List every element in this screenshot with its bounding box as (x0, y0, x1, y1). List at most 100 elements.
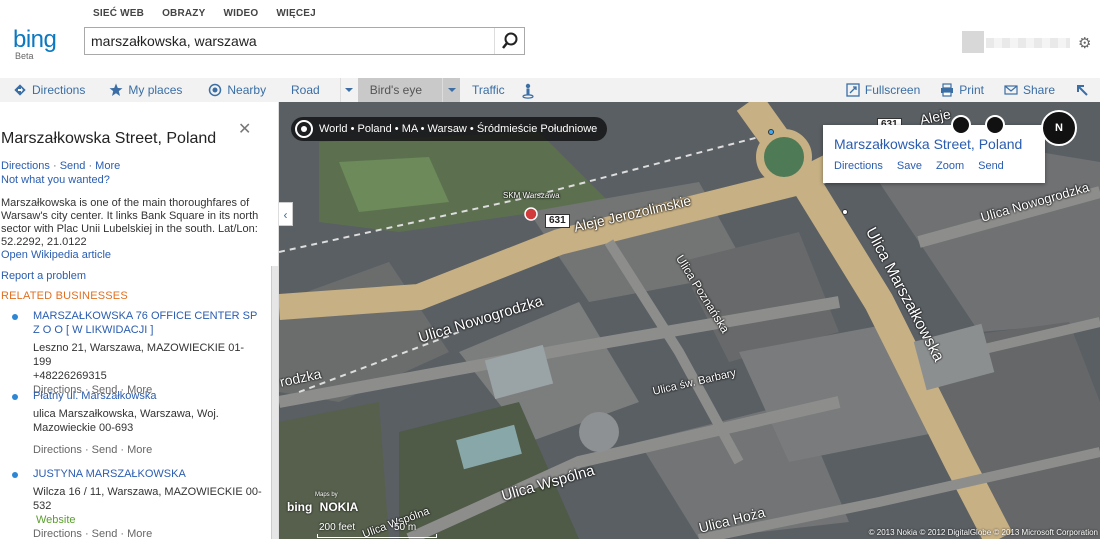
maps-by-label: Maps by (315, 492, 338, 498)
copyright: © 2013 Nokia © 2012 DigitalGlobe © 2013 … (868, 528, 1098, 537)
toolbar-left: Directions My places Nearby (0, 78, 279, 102)
bullet-icon (12, 314, 18, 320)
description: Marszałkowska is one of the main thoroug… (1, 197, 263, 262)
nav-videos[interactable]: WIDEO (223, 8, 258, 19)
traffic-button[interactable]: Traffic (460, 78, 517, 102)
search-button[interactable] (494, 28, 524, 54)
infobox: Marszałkowska Street, Poland Directions … (823, 125, 1045, 183)
report-problem-link[interactable]: Report a problem (1, 270, 86, 282)
print-label: Print (959, 83, 984, 97)
business-address: Leszno 21, Warszawa, MAZOWIECKIE 01-199 (33, 342, 245, 368)
location-pin-icon[interactable] (842, 209, 848, 215)
bullet-icon (12, 394, 18, 400)
more-link[interactable]: More (95, 160, 120, 172)
logo-beta: Beta (15, 51, 34, 61)
list-item: MARSZAŁKOWSKA 76 OFFICE CENTER SP Z O O … (12, 309, 262, 397)
toolbar-right: Fullscreen Print Share (846, 78, 1100, 102)
business-name[interactable]: Płatny ul. Marszałkowska (33, 389, 262, 403)
breadcrumb-text[interactable]: World • Poland • MA • Warsaw • Śródmieśc… (319, 123, 597, 135)
not-wanted-link[interactable]: Not what you wanted? (1, 174, 110, 186)
person-pin-icon (521, 83, 535, 99)
infobox-send-link[interactable]: Send (978, 160, 1004, 172)
result-actions: Directions · Send · More (1, 160, 121, 172)
print-button[interactable]: Print (940, 83, 984, 97)
search-box (84, 27, 525, 55)
related-businesses-heading: RELATED BUSINESSES (1, 290, 128, 302)
list-item: JUSTYNA MARSZAŁKOWSKA Wilcza 16 / 11, Wa… (12, 467, 262, 539)
road-dropdown[interactable] (339, 78, 358, 102)
streetside-button[interactable] (521, 83, 540, 99)
business-name[interactable]: MARSZAŁKOWSKA 76 OFFICE CENTER SP Z O O … (33, 309, 262, 337)
rotate-right-icon[interactable] (985, 115, 1005, 135)
map-logo-bing: bing (287, 500, 313, 514)
business-actions[interactable]: Directions · Send · More (33, 443, 262, 457)
bullet-icon (12, 472, 18, 478)
nearby-button[interactable]: Nearby (208, 83, 266, 97)
rotate-left-icon[interactable] (951, 115, 971, 135)
description-text: Marszałkowska is one of the main thoroug… (1, 197, 259, 248)
nav-web[interactable]: SIEĆ WEB (93, 8, 144, 19)
station-label: SKM Warszawa (503, 191, 560, 200)
chevron-down-icon (345, 88, 354, 92)
share-button[interactable]: Share (1004, 83, 1055, 97)
breadcrumb[interactable]: World • Poland • MA • Warsaw • Śródmieśc… (291, 117, 608, 141)
infobox-zoom-link[interactable]: Zoom (936, 160, 964, 172)
page-title: Marszałkowska Street, Poland (1, 130, 217, 147)
road-view-button[interactable]: Road (279, 78, 340, 102)
fullscreen-button[interactable]: Fullscreen (846, 83, 920, 97)
scale-meters: 50 m (393, 522, 417, 533)
infobox-save-link[interactable]: Save (897, 160, 922, 172)
search-input[interactable] (91, 32, 491, 50)
infobox-actions: Directions Save Zoom Send (834, 160, 1004, 172)
panel-scrollbar[interactable] (271, 266, 278, 539)
birds-eye-button[interactable]: Bird's eye (357, 78, 442, 102)
business-name[interactable]: JUSTYNA MARSZAŁKOWSKA (33, 467, 262, 481)
directions-link[interactable]: Directions (1, 160, 50, 172)
map-view-switcher: Road Bird's eye Traffic (279, 78, 540, 102)
collapse-panel-button[interactable]: ‹ (279, 202, 293, 226)
website-link[interactable]: Website (36, 513, 262, 527)
nearby-icon (208, 83, 222, 97)
infobox-title[interactable]: Marszałkowska Street, Poland (834, 136, 1022, 152)
fullscreen-label: Fullscreen (864, 83, 921, 97)
map-logo: bing Maps by NOKIA (287, 492, 358, 514)
bing-logo[interactable]: bing Beta (13, 28, 77, 62)
infobox-directions-link[interactable]: Directions (834, 160, 883, 172)
avatar[interactable] (962, 31, 984, 53)
minimize-toolbar-button[interactable] (1075, 83, 1094, 97)
my-places-button[interactable]: My places (109, 83, 182, 97)
star-icon (109, 83, 123, 97)
directions-label: Directions (32, 83, 86, 97)
directions-icon (13, 83, 27, 97)
logo-text: bing (13, 26, 57, 53)
send-link[interactable]: Send (60, 160, 86, 172)
list-item: Płatny ul. Marszałkowska ulica Marszałko… (12, 389, 262, 457)
route-shield: 631 (545, 214, 570, 228)
arrow-up-left-icon (1075, 83, 1089, 97)
locate-me-icon[interactable] (295, 120, 313, 138)
business-address: Wilcza 16 / 11, Warszawa, MAZOWIECKIE 00… (33, 486, 262, 512)
scale-label: 200 feet 50 m (319, 522, 416, 533)
header: SIEĆ WEB OBRAZY WIDEO WIĘCEJ bing Beta ⚙ (0, 0, 1100, 78)
location-pin-icon[interactable] (768, 129, 774, 135)
user-name-blurred[interactable] (986, 38, 1070, 48)
top-nav: SIEĆ WEB OBRAZY WIDEO WIĘCEJ (93, 8, 316, 19)
birds-eye-dropdown[interactable] (442, 78, 460, 102)
chevron-down-icon (447, 88, 456, 92)
scale-bar (317, 534, 437, 538)
scale-feet: 200 feet (319, 522, 356, 533)
directions-button[interactable]: Directions (13, 83, 85, 97)
mail-icon (1004, 83, 1018, 97)
map-canvas[interactable]: World • Poland • MA • Warsaw • Śródmieśc… (279, 102, 1100, 539)
nearby-label: Nearby (227, 83, 267, 97)
nav-images[interactable]: OBRAZY (162, 8, 205, 19)
compass-icon[interactable]: N (1041, 110, 1077, 146)
gear-icon[interactable]: ⚙ (1078, 34, 1091, 52)
business-actions[interactable]: Directions · Send · More (33, 527, 262, 539)
nav-more[interactable]: WIĘCEJ (276, 8, 316, 19)
my-places-label: My places (128, 83, 183, 97)
close-icon[interactable]: ✕ (238, 119, 251, 139)
print-icon (940, 83, 954, 97)
business-address: ulica Marszałkowska, Warszawa, Woj. Mazo… (33, 408, 219, 434)
wikipedia-link[interactable]: Open Wikipedia article (1, 249, 111, 261)
